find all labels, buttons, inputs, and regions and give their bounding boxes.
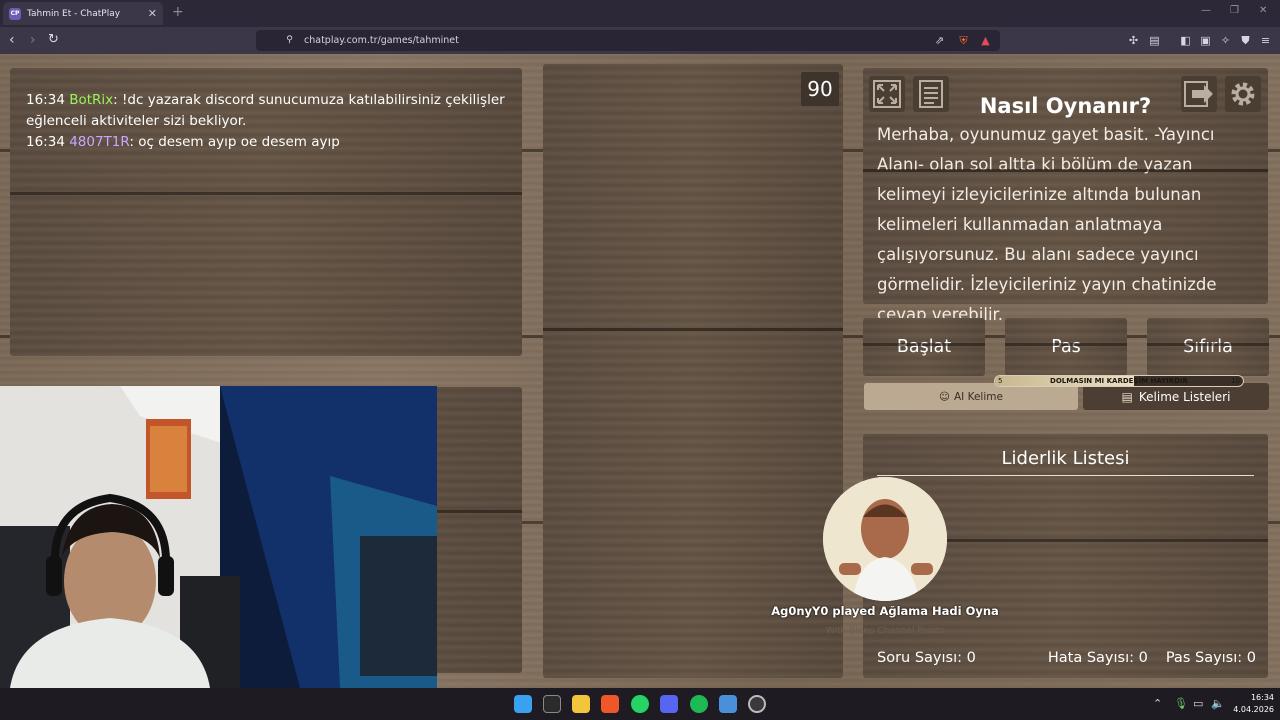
- system-clock[interactable]: 16:34 4.04.2026: [1226, 692, 1274, 716]
- browser-tab-bar: CP Tahmin Et - ChatPlay ✕ + — ❐ ✕: [0, 0, 1280, 27]
- chat-message: 16:34 BotRix: !dc yazarak discord sunucu…: [26, 92, 505, 129]
- brave-shield-icon[interactable]: ⛨: [956, 33, 971, 48]
- reset-label: Sıfırla: [1183, 337, 1233, 357]
- close-tab-icon[interactable]: ✕: [148, 7, 157, 20]
- how-to-play-panel: Nasıl Oynanır? Merhaba, oyunumuz gayet b…: [863, 68, 1268, 324]
- chat-username: BotRix: [69, 92, 114, 108]
- ai-word-button[interactable]: ☺ AI Kelime: [864, 383, 1078, 410]
- vpn-icon[interactable]: ⛊: [1238, 33, 1253, 48]
- pass-count: Pas Sayısı: 0: [1165, 650, 1256, 666]
- timer: 90: [801, 72, 839, 106]
- menu-icon[interactable]: ≡: [1258, 33, 1273, 48]
- media-icon[interactable]: ▤: [1147, 33, 1162, 48]
- address-bar[interactable]: ⚲ chatplay.com.tr/games/tahminet ⇗ ⛨ ▲: [256, 30, 1000, 51]
- progress-text: DOLMASIN MI KARDEŞİM HAYIRDIR: [1050, 377, 1188, 385]
- progress-max: 10: [1231, 377, 1240, 385]
- ai-word-label: AI Kelime: [953, 390, 1003, 403]
- game-page: 16:34 BotRix: !dc yazarak discord sunucu…: [0, 54, 1280, 688]
- new-tab-icon[interactable]: +: [172, 4, 184, 20]
- alert-subtext: With Bleep Channel Points: [825, 626, 945, 636]
- display-icon[interactable]: ▭: [1193, 697, 1203, 710]
- back-icon[interactable]: ‹: [9, 31, 15, 49]
- brave-rewards-icon[interactable]: ▲: [978, 33, 993, 48]
- minimize-icon[interactable]: —: [1201, 5, 1211, 16]
- progress-bar: 5 DOLMASIN MI KARDEŞİM HAYIRDIR 10: [994, 375, 1244, 387]
- clock-time: 16:34: [1250, 693, 1274, 702]
- alert-image: [823, 477, 947, 601]
- windows-start-icon[interactable]: [514, 695, 532, 713]
- chat-message: 16:34 4807T1R: oç desem ayıp oe desem ay…: [26, 134, 340, 150]
- list-icon: ▤: [1121, 389, 1133, 404]
- word-lists-button[interactable]: ▤ Kelime Listeleri: [1083, 383, 1269, 410]
- network-app-icon[interactable]: [719, 695, 737, 713]
- task-view-icon[interactable]: [543, 695, 561, 713]
- restore-icon[interactable]: ❐: [1230, 5, 1239, 16]
- chat-username: 4807T1R: [69, 134, 130, 150]
- chatplay-favicon-icon: CP: [9, 7, 21, 20]
- forward-icon[interactable]: ›: [30, 31, 36, 49]
- taskbar: ⌃ 🎙 ▭ 🔈 16:34 4.04.2026: [0, 688, 1280, 720]
- pass-button[interactable]: Pas: [1005, 318, 1127, 376]
- wallet-icon[interactable]: ▣: [1198, 33, 1213, 48]
- discord-icon[interactable]: [660, 695, 678, 713]
- sidebar-icon[interactable]: ◧: [1178, 33, 1193, 48]
- share-icon[interactable]: ⇗: [932, 33, 947, 48]
- reset-button[interactable]: Sıfırla: [1147, 318, 1269, 376]
- leo-ai-icon[interactable]: ✧: [1218, 33, 1233, 48]
- microphone-icon[interactable]: 🎙: [1174, 697, 1188, 710]
- browser-tab[interactable]: CP Tahmin Et - ChatPlay ✕: [3, 2, 163, 25]
- start-label: Başlat: [896, 337, 952, 357]
- file-explorer-icon[interactable]: [572, 695, 590, 713]
- extensions-icon[interactable]: ✣: [1126, 33, 1141, 48]
- leaderboard-title: Liderlik Listesi: [877, 448, 1254, 476]
- alert-text: Ag0nyY0 played Ağlama Hadi Oyna: [771, 604, 999, 618]
- brave-browser-icon[interactable]: [601, 695, 619, 713]
- error-count: Hata Sayısı: 0: [1047, 650, 1148, 666]
- chat-time: 16:34: [26, 134, 65, 150]
- whatsapp-icon[interactable]: [631, 695, 649, 713]
- question-count: Soru Sayısı: 0: [877, 650, 976, 666]
- chat-time: 16:34: [26, 92, 65, 108]
- browser-toolbar: ‹ › ↻ ⛉ ⚲ chatplay.com.tr/games/tahminet…: [0, 27, 1280, 54]
- reload-icon[interactable]: ↻: [48, 31, 59, 49]
- pass-label: Pas: [1051, 337, 1081, 357]
- robot-icon: ☺: [939, 390, 950, 403]
- clock-date: 4.04.2026: [1233, 705, 1274, 714]
- tab-title: Tahmin Et - ChatPlay: [27, 8, 121, 19]
- chat-text: oç desem ayıp oe desem ayıp: [138, 134, 340, 150]
- word-area-panel: [543, 64, 843, 678]
- start-button[interactable]: Başlat: [863, 318, 985, 376]
- alert-avatar: [823, 477, 947, 601]
- chat-panel: 16:34 BotRix: !dc yazarak discord sunucu…: [10, 68, 522, 356]
- how-to-play-title: Nasıl Oynanır?: [979, 94, 1152, 118]
- webcam-image: [0, 386, 437, 688]
- site-info-icon[interactable]: ⚲: [282, 33, 297, 48]
- webcam-overlay: [0, 386, 437, 688]
- obs-icon[interactable]: [748, 695, 766, 713]
- url-text: chatplay.com.tr/games/tahminet: [304, 35, 459, 46]
- close-window-icon[interactable]: ✕: [1259, 5, 1267, 16]
- how-to-play-text: Merhaba, oyunumuz gayet basit. -Yayıncı …: [877, 125, 1217, 324]
- spotify-icon[interactable]: [690, 695, 708, 713]
- volume-icon[interactable]: 🔈: [1211, 697, 1225, 710]
- word-lists-label: Kelime Listeleri: [1138, 389, 1231, 404]
- tray-overflow-icon[interactable]: ⌃: [1153, 697, 1162, 710]
- stats-row: Soru Sayısı: 0 Hata Sayısı: 0 Pas Sayısı…: [877, 650, 1256, 666]
